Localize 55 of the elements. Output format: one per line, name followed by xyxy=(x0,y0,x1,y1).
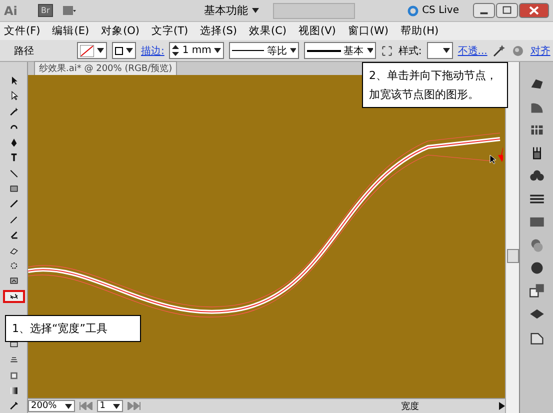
caret-icon[interactable] xyxy=(126,48,133,53)
caret-icon[interactable] xyxy=(366,48,374,53)
menu-item[interactable]: 帮助(H) xyxy=(400,24,439,38)
transparency-icon[interactable] xyxy=(528,237,544,253)
caret-icon[interactable] xyxy=(64,404,72,408)
document-tab[interactable]: 纱效果.ai* @ 200% (RGB/预览) xyxy=(34,61,178,76)
artboard-field[interactable]: 1 xyxy=(96,400,124,412)
style-label: 样式: xyxy=(398,44,422,58)
caret-icon[interactable] xyxy=(97,48,104,53)
menu-item[interactable]: 对象(O) xyxy=(101,24,140,38)
scroll-thumb[interactable] xyxy=(506,249,518,263)
zoom-field[interactable]: 200% xyxy=(28,400,75,412)
stroke-square-icon xyxy=(115,46,123,54)
caret-icon[interactable] xyxy=(252,8,260,13)
close-icon[interactable] xyxy=(519,3,549,18)
menu-item[interactable]: 窗口(W) xyxy=(348,24,388,38)
arrange-icon[interactable] xyxy=(60,4,77,18)
fill-swatch[interactable] xyxy=(77,42,107,59)
selection-type-label: 路径 xyxy=(14,44,34,58)
spinner-icon[interactable] xyxy=(172,45,180,56)
menu-item[interactable]: 文件(F) xyxy=(4,24,40,38)
menu-item[interactable]: 选择(S) xyxy=(200,24,237,38)
minimize-icon[interactable] xyxy=(473,3,495,18)
wand-icon[interactable] xyxy=(492,44,506,58)
app-logo: Ai xyxy=(4,4,18,18)
cursor-icon xyxy=(490,154,496,164)
opacity-link[interactable]: 不透... xyxy=(458,44,488,58)
align-link[interactable]: 对齐 xyxy=(530,44,550,58)
menu-item[interactable]: 编辑(E) xyxy=(52,24,90,38)
callout-text: 2、单击并向下拖动节点，加宽该节点图的图形。 xyxy=(369,69,497,101)
stroke-link[interactable]: 描边: xyxy=(141,44,164,58)
caret-icon[interactable] xyxy=(113,404,120,408)
caret-icon[interactable] xyxy=(214,48,222,53)
menu-item[interactable]: 视图(V) xyxy=(298,24,336,38)
stroke-swatch[interactable] xyxy=(112,42,136,59)
width-profile-dropdown[interactable]: 等比 xyxy=(229,42,300,59)
maximize-icon[interactable] xyxy=(496,3,518,18)
stroke-weight-field[interactable]: 1 mm xyxy=(169,42,224,59)
cs-live-icon xyxy=(407,4,420,16)
cs-live-button[interactable]: CS Live xyxy=(401,4,465,18)
callout-text: 1、选择“宽度”工具 xyxy=(12,322,108,335)
bridge-button[interactable]: Br xyxy=(38,4,53,17)
style-dropdown[interactable] xyxy=(426,42,453,59)
caret-icon[interactable] xyxy=(442,48,450,53)
status-tool-label: 宽度 xyxy=(400,400,420,412)
no-fill-icon xyxy=(80,44,94,56)
caret-icon[interactable] xyxy=(290,48,296,53)
brush-dropdown[interactable]: 基本 xyxy=(304,42,376,59)
transform-icon[interactable] xyxy=(381,44,394,56)
search-field[interactable] xyxy=(273,2,356,18)
menu-item[interactable]: 效果(C) xyxy=(249,24,287,38)
menu-item[interactable]: 文字(T) xyxy=(152,24,188,38)
workspace-switcher[interactable]: 基本功能 xyxy=(198,2,266,19)
graphic-styles-icon[interactable] xyxy=(528,283,544,299)
width-tool-icon[interactable] xyxy=(2,290,24,304)
